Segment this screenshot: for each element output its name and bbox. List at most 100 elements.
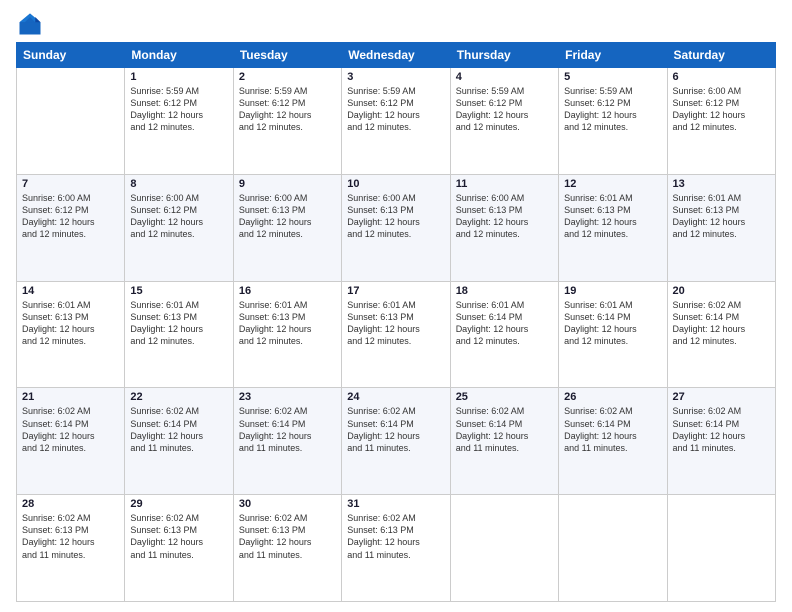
logo <box>16 10 48 38</box>
header-tuesday: Tuesday <box>233 43 341 68</box>
calendar-cell: 24Sunrise: 6:02 AM Sunset: 6:14 PM Dayli… <box>342 388 450 495</box>
day-number: 27 <box>673 391 770 403</box>
day-info: Sunrise: 6:02 AM Sunset: 6:14 PM Dayligh… <box>673 299 770 348</box>
day-info: Sunrise: 6:01 AM Sunset: 6:13 PM Dayligh… <box>347 299 444 348</box>
day-info: Sunrise: 6:00 AM Sunset: 6:12 PM Dayligh… <box>22 192 119 241</box>
day-number: 9 <box>239 178 336 190</box>
day-info: Sunrise: 6:01 AM Sunset: 6:13 PM Dayligh… <box>673 192 770 241</box>
calendar-cell: 2 Sunrise: 5:59 AM Sunset: 6:12 PM Daylig… <box>233 68 341 175</box>
day-number: 7 <box>22 178 119 190</box>
day-info: Sunrise: 5:59 AM Sunset: 6:12 PM Dayligh… <box>239 85 336 134</box>
calendar-cell: 12 Sunrise: 6:01 AM Sunset: 6:13 PM Dayli… <box>559 174 667 281</box>
day-number: 4 <box>456 71 553 83</box>
calendar-cell: 17 Sunrise: 6:01 AM Sunset: 6:13 PM Dayli… <box>342 281 450 388</box>
calendar-cell: 1Sunrise: 5:59 AM Sunset: 6:12 PM Daylig… <box>125 68 233 175</box>
day-number: 19 <box>564 285 661 297</box>
day-number: 11 <box>456 178 553 190</box>
calendar-cell: 29 Sunrise: 6:02 AM Sunset: 6:13 PM Dayli… <box>125 495 233 602</box>
header-sunday: Sunday <box>17 43 125 68</box>
calendar-cell: 13 Sunrise: 6:01 AM Sunset: 6:13 PM Dayli… <box>667 174 775 281</box>
day-number: 28 <box>22 498 119 510</box>
day-number: 13 <box>673 178 770 190</box>
day-number: 16 <box>239 285 336 297</box>
day-info: Sunrise: 6:01 AM Sunset: 6:13 PM Dayligh… <box>22 299 119 348</box>
calendar-cell: 14 Sunrise: 6:01 AM Sunset: 6:13 PM Dayli… <box>17 281 125 388</box>
day-number: 8 <box>130 178 227 190</box>
day-info: Sunrise: 6:02 AM Sunset: 6:14 PM Dayligh… <box>564 405 661 454</box>
calendar-cell: 28 Sunrise: 6:02 AM Sunset: 6:13 PM Dayli… <box>17 495 125 602</box>
day-info: Sunrise: 6:01 AM Sunset: 6:13 PM Dayligh… <box>564 192 661 241</box>
day-number: 23 <box>239 391 336 403</box>
calendar-cell: 11 Sunrise: 6:00 AM Sunset: 6:13 PM Dayli… <box>450 174 558 281</box>
calendar-cell <box>17 68 125 175</box>
day-number: 17 <box>347 285 444 297</box>
day-number: 12 <box>564 178 661 190</box>
calendar-cell: 22Sunrise: 6:02 AM Sunset: 6:14 PM Dayli… <box>125 388 233 495</box>
calendar-cell: 18Sunrise: 6:01 AM Sunset: 6:14 PM Dayli… <box>450 281 558 388</box>
day-number: 2 <box>239 71 336 83</box>
calendar-cell: 3Sunrise: 5:59 AM Sunset: 6:12 PM Daylig… <box>342 68 450 175</box>
top-area <box>16 10 776 38</box>
day-info: Sunrise: 5:59 AM Sunset: 6:12 PM Dayligh… <box>130 85 227 134</box>
calendar-cell: 5 Sunrise: 5:59 AM Sunset: 6:12 PM Daylig… <box>559 68 667 175</box>
day-number: 20 <box>673 285 770 297</box>
day-number: 6 <box>673 71 770 83</box>
calendar-cell: 21 Sunrise: 6:02 AM Sunset: 6:14 PM Dayli… <box>17 388 125 495</box>
header-friday: Friday <box>559 43 667 68</box>
calendar-cell: 15Sunrise: 6:01 AM Sunset: 6:13 PM Dayli… <box>125 281 233 388</box>
day-number: 14 <box>22 285 119 297</box>
day-info: Sunrise: 6:02 AM Sunset: 6:14 PM Dayligh… <box>239 405 336 454</box>
calendar-cell <box>559 495 667 602</box>
day-number: 30 <box>239 498 336 510</box>
header-monday: Monday <box>125 43 233 68</box>
calendar-cell: 10 Sunrise: 6:00 AM Sunset: 6:13 PM Dayli… <box>342 174 450 281</box>
calendar-cell: 8 Sunrise: 6:00 AM Sunset: 6:12 PM Daylig… <box>125 174 233 281</box>
day-info: Sunrise: 6:01 AM Sunset: 6:13 PM Dayligh… <box>130 299 227 348</box>
day-info: Sunrise: 6:02 AM Sunset: 6:14 PM Dayligh… <box>673 405 770 454</box>
header-wednesday: Wednesday <box>342 43 450 68</box>
day-info: Sunrise: 5:59 AM Sunset: 6:12 PM Dayligh… <box>564 85 661 134</box>
calendar-cell: 16Sunrise: 6:01 AM Sunset: 6:13 PM Dayli… <box>233 281 341 388</box>
day-number: 22 <box>130 391 227 403</box>
calendar: Sunday Monday Tuesday Wednesday Thursday… <box>16 42 776 602</box>
calendar-cell <box>667 495 775 602</box>
calendar-week-row: 28 Sunrise: 6:02 AM Sunset: 6:13 PM Dayli… <box>17 495 776 602</box>
day-number: 5 <box>564 71 661 83</box>
day-info: Sunrise: 6:00 AM Sunset: 6:13 PM Dayligh… <box>347 192 444 241</box>
calendar-cell <box>450 495 558 602</box>
day-info: Sunrise: 6:02 AM Sunset: 6:13 PM Dayligh… <box>239 512 336 561</box>
calendar-cell: 23 Sunrise: 6:02 AM Sunset: 6:14 PM Dayli… <box>233 388 341 495</box>
calendar-week-row: 21 Sunrise: 6:02 AM Sunset: 6:14 PM Dayli… <box>17 388 776 495</box>
day-info: Sunrise: 6:02 AM Sunset: 6:14 PM Dayligh… <box>22 405 119 454</box>
day-number: 26 <box>564 391 661 403</box>
calendar-cell: 7 Sunrise: 6:00 AM Sunset: 6:12 PM Daylig… <box>17 174 125 281</box>
day-number: 31 <box>347 498 444 510</box>
day-number: 21 <box>22 391 119 403</box>
day-info: Sunrise: 5:59 AM Sunset: 6:12 PM Dayligh… <box>347 85 444 134</box>
logo-icon <box>16 10 44 38</box>
weekday-header-row: Sunday Monday Tuesday Wednesday Thursday… <box>17 43 776 68</box>
header-saturday: Saturday <box>667 43 775 68</box>
calendar-week-row: 1Sunrise: 5:59 AM Sunset: 6:12 PM Daylig… <box>17 68 776 175</box>
day-info: Sunrise: 6:00 AM Sunset: 6:13 PM Dayligh… <box>456 192 553 241</box>
calendar-week-row: 7 Sunrise: 6:00 AM Sunset: 6:12 PM Daylig… <box>17 174 776 281</box>
calendar-cell: 9Sunrise: 6:00 AM Sunset: 6:13 PM Daylig… <box>233 174 341 281</box>
page: Sunday Monday Tuesday Wednesday Thursday… <box>0 0 792 612</box>
day-number: 29 <box>130 498 227 510</box>
day-info: Sunrise: 6:02 AM Sunset: 6:14 PM Dayligh… <box>456 405 553 454</box>
day-info: Sunrise: 6:01 AM Sunset: 6:14 PM Dayligh… <box>456 299 553 348</box>
day-info: Sunrise: 6:02 AM Sunset: 6:13 PM Dayligh… <box>130 512 227 561</box>
calendar-cell: 27 Sunrise: 6:02 AM Sunset: 6:14 PM Dayli… <box>667 388 775 495</box>
day-info: Sunrise: 5:59 AM Sunset: 6:12 PM Dayligh… <box>456 85 553 134</box>
day-number: 10 <box>347 178 444 190</box>
day-info: Sunrise: 6:00 AM Sunset: 6:12 PM Dayligh… <box>130 192 227 241</box>
day-info: Sunrise: 6:01 AM Sunset: 6:14 PM Dayligh… <box>564 299 661 348</box>
calendar-cell: 6Sunrise: 6:00 AM Sunset: 6:12 PM Daylig… <box>667 68 775 175</box>
calendar-cell: 4 Sunrise: 5:59 AM Sunset: 6:12 PM Daylig… <box>450 68 558 175</box>
day-info: Sunrise: 6:02 AM Sunset: 6:13 PM Dayligh… <box>22 512 119 561</box>
day-number: 25 <box>456 391 553 403</box>
calendar-cell: 25 Sunrise: 6:02 AM Sunset: 6:14 PM Dayli… <box>450 388 558 495</box>
day-number: 24 <box>347 391 444 403</box>
calendar-cell: 20 Sunrise: 6:02 AM Sunset: 6:14 PM Dayli… <box>667 281 775 388</box>
calendar-week-row: 14 Sunrise: 6:01 AM Sunset: 6:13 PM Dayli… <box>17 281 776 388</box>
